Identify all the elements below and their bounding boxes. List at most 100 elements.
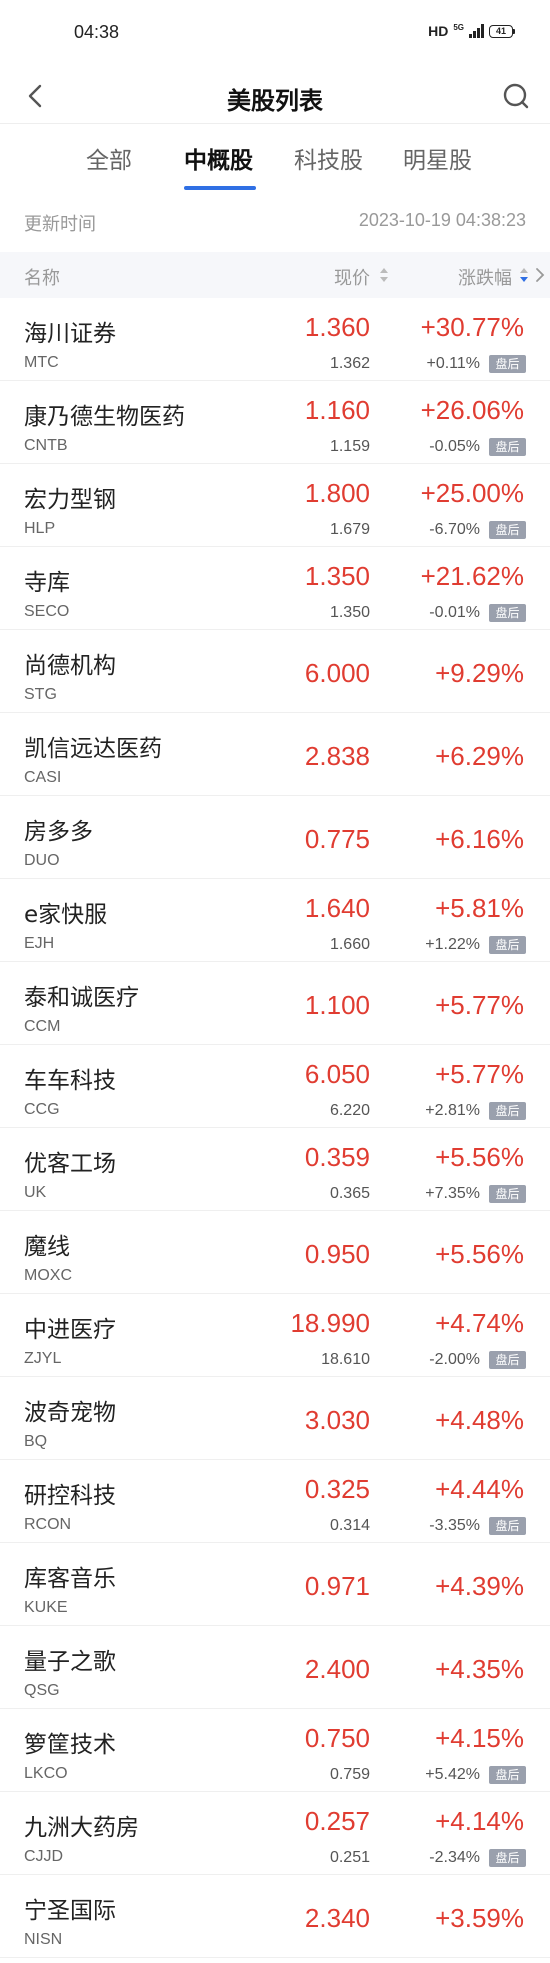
after-hours-price: 1.660	[329, 936, 370, 953]
stock-row[interactable]: 凯信远达医药 CASI 2.838 +6.29%	[0, 713, 550, 796]
after-hours-badge: 盘后	[489, 604, 526, 622]
stock-name: 凯信远达医药	[24, 736, 162, 762]
tab-all[interactable]: 全部	[86, 141, 132, 175]
page-title: 美股列表	[227, 87, 323, 115]
stock-row[interactable]: 房多多 DUO 0.775 +6.16%	[0, 796, 550, 879]
after-hours-badge: 盘后	[489, 355, 526, 373]
stock-row[interactable]: 尚德机构 STG 6.000 +9.29%	[0, 630, 550, 713]
stock-row[interactable]: 车车科技 CCG 6.050 +5.77% 6.220 +2.81% 盘后	[0, 1045, 550, 1128]
update-row: 更新时间 2023-10-19 04:38:23	[0, 200, 550, 248]
stock-price: 0.325	[304, 1474, 370, 1504]
sort-icon[interactable]	[378, 266, 390, 284]
stock-change: +9.29%	[435, 658, 524, 688]
after-hours-badge: 盘后	[489, 521, 526, 539]
stock-change: +21.62%	[420, 561, 524, 591]
stock-price: 2.838	[304, 741, 370, 771]
stock-price: 0.257	[304, 1806, 370, 1836]
stock-name: 尚德机构	[24, 653, 116, 679]
after-hours-change: -2.00%	[429, 1351, 480, 1368]
stock-price: 0.971	[304, 1571, 370, 1601]
stock-change: +4.14%	[435, 1806, 524, 1836]
stock-price: 0.750	[304, 1723, 370, 1753]
network-label: HD	[428, 23, 449, 39]
stock-price: 1.800	[304, 478, 370, 508]
after-hours-badge: 盘后	[489, 1849, 526, 1867]
stock-row[interactable]: 箩筐技术 LKCO 0.750 +4.15% 0.759 +5.42% 盘后	[0, 1709, 550, 1792]
stock-change: +4.44%	[435, 1474, 524, 1504]
stock-price: 2.400	[304, 1654, 370, 1684]
stock-row[interactable]: 魔线 MOXC 0.950 +5.56%	[0, 1211, 550, 1294]
after-hours-badge: 盘后	[489, 1185, 526, 1203]
stock-price: 0.359	[304, 1142, 370, 1172]
status-indicators: HD 5G 41	[428, 23, 515, 39]
stock-row[interactable]: 九洲大药房 CJJD 0.257 +4.14% 0.251 -2.34% 盘后	[0, 1792, 550, 1875]
stock-row[interactable]: 库客音乐 KUKE 0.971 +4.39%	[0, 1543, 550, 1626]
stock-row[interactable]: 优客工场 UK 0.359 +5.56% 0.365 +7.35% 盘后	[0, 1128, 550, 1211]
chevron-right-icon[interactable]	[534, 266, 546, 284]
stock-name: 寺库	[24, 570, 70, 596]
sort-icon[interactable]	[518, 266, 530, 284]
stock-change: +6.16%	[435, 824, 524, 854]
stock-code: STG	[24, 686, 57, 703]
stock-code: QSG	[24, 1682, 60, 1699]
stock-name: 波奇宠物	[24, 1400, 116, 1426]
stock-row[interactable]: 泰和诚医疗 CCM 1.100 +5.77%	[0, 962, 550, 1045]
tab-bar: 全部 中概股 科技股 明星股	[0, 124, 550, 190]
stock-row[interactable]: 宁圣国际 NISN 2.340 +3.59%	[0, 1875, 550, 1958]
after-hours-change: +5.42%	[425, 1766, 480, 1783]
stock-row[interactable]: 研控科技 RCON 0.325 +4.44% 0.314 -3.35% 盘后	[0, 1460, 550, 1543]
after-hours-price: 1.159	[329, 438, 370, 455]
stock-code: CJJD	[24, 1848, 64, 1865]
stock-row[interactable]: 宏力型钢 HLP 1.800 +25.00% 1.679 -6.70% 盘后	[0, 464, 550, 547]
column-change-sort[interactable]: 涨跌幅	[458, 264, 512, 290]
stock-code: ZJYL	[24, 1350, 62, 1367]
tab-china-concept[interactable]: 中概股	[184, 141, 253, 175]
signal-icon	[469, 24, 484, 38]
stock-code: MTC	[24, 354, 59, 371]
after-hours-price: 0.759	[329, 1766, 370, 1783]
net-type-label: 5G	[453, 23, 464, 32]
tab-star[interactable]: 明星股	[403, 141, 472, 175]
stock-name: 量子之歌	[24, 1649, 116, 1675]
stock-code: MOXC	[24, 1267, 72, 1284]
stock-name: 海川证券	[24, 321, 116, 347]
after-hours-change: -0.01%	[429, 604, 480, 621]
stock-change: +25.00%	[420, 478, 524, 508]
after-hours-price: 18.610	[321, 1351, 370, 1368]
stock-change: +5.77%	[435, 1059, 524, 1089]
stock-row[interactable]: 波奇宠物 BQ 3.030 +4.48%	[0, 1377, 550, 1460]
stock-change: +4.39%	[435, 1571, 524, 1601]
after-hours-price: 0.251	[329, 1849, 370, 1866]
active-tab-indicator	[184, 186, 256, 190]
stock-row[interactable]: 中进医疗 ZJYL 18.990 +4.74% 18.610 -2.00% 盘后	[0, 1294, 550, 1377]
stock-price: 1.160	[304, 395, 370, 425]
after-hours-price: 6.220	[329, 1102, 370, 1119]
update-time: 2023-10-19 04:38:23	[358, 210, 526, 230]
after-hours-change: -6.70%	[429, 521, 480, 538]
stock-change: +4.15%	[435, 1723, 524, 1753]
stock-name: 魔线	[24, 1234, 70, 1260]
after-hours-price: 0.314	[329, 1517, 370, 1534]
update-label: 更新时间	[24, 214, 96, 235]
stock-row[interactable]: e家快服 EJH 1.640 +5.81% 1.660 +1.22% 盘后	[0, 879, 550, 962]
list-header: 名称 现价 涨跌幅	[0, 252, 550, 298]
stock-code: KUKE	[24, 1599, 68, 1616]
search-icon[interactable]	[500, 80, 532, 112]
stock-row[interactable]: 康乃德生物医药 CNTB 1.160 +26.06% 1.159 -0.05% 盘后	[0, 381, 550, 464]
stock-price: 1.360	[304, 312, 370, 342]
stock-change: +26.06%	[420, 395, 524, 425]
stock-name: 车车科技	[24, 1068, 116, 1094]
stock-row[interactable]: 海川证券 MTC 1.360 +30.77% 1.362 +0.11% 盘后	[0, 298, 550, 381]
tab-tech[interactable]: 科技股	[294, 141, 363, 175]
stock-row[interactable]: 寺库 SECO 1.350 +21.62% 1.350 -0.01% 盘后	[0, 547, 550, 630]
after-hours-change: -0.05%	[429, 438, 480, 455]
column-price-sort[interactable]: 现价	[334, 264, 370, 290]
stock-row[interactable]: 量子之歌 QSG 2.400 +4.35%	[0, 1626, 550, 1709]
stock-price: 0.950	[304, 1239, 370, 1269]
after-hours-change: +7.35%	[425, 1185, 480, 1202]
stock-name: 房多多	[24, 819, 93, 845]
stock-change: +5.56%	[435, 1142, 524, 1172]
stock-code: NISN	[24, 1931, 63, 1948]
after-hours-price: 1.362	[329, 355, 370, 372]
after-hours-price: 0.365	[329, 1185, 370, 1202]
